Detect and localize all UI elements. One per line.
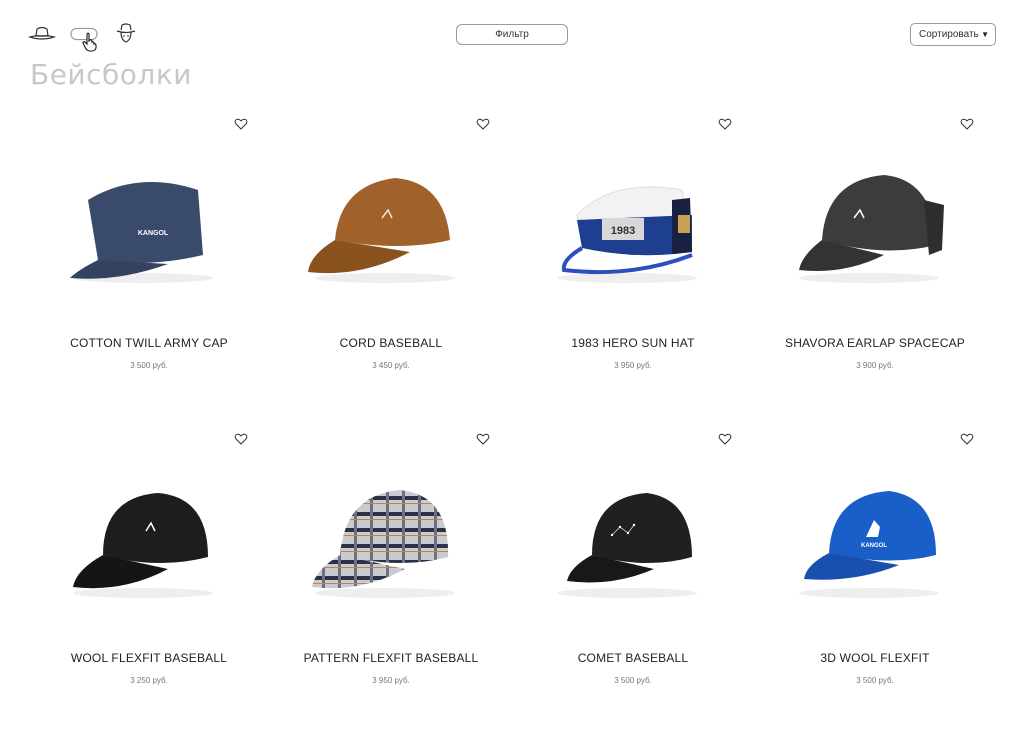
product-price: 3 900 руб. <box>856 361 894 370</box>
product-name[interactable]: SHAVORA EARLAP SPACECAP <box>754 336 996 350</box>
product-card[interactable]: KANGOL 3D WOOL FLEXFIT 3 500 руб. <box>754 425 996 725</box>
sort-dropdown[interactable]: Сортировать ▼ <box>910 23 996 46</box>
sort-label: Сортировать <box>919 29 979 40</box>
product-name[interactable]: WOOL FLEXFIT BASEBALL <box>28 651 270 665</box>
product-price: 3 500 руб. <box>856 676 894 685</box>
fedora-hat-icon[interactable] <box>28 22 56 46</box>
heart-icon[interactable] <box>718 432 732 446</box>
filter-button[interactable]: Фильтр <box>456 24 568 45</box>
product-image[interactable] <box>58 475 228 605</box>
product-name[interactable]: COMET BASEBALL <box>512 651 754 665</box>
product-card[interactable]: PATTERN FLEXFIT BASEBALL 3 950 руб. <box>270 425 512 725</box>
product-price: 3 950 руб. <box>614 361 652 370</box>
heart-icon[interactable] <box>234 432 248 446</box>
product-image[interactable]: KANGOL <box>58 160 228 290</box>
category-switcher <box>28 22 140 52</box>
product-price: 3 500 руб. <box>614 676 652 685</box>
product-card[interactable]: WOOL FLEXFIT BASEBALL 3 250 руб. <box>28 425 270 725</box>
man-with-hat-icon[interactable] <box>112 22 140 46</box>
product-card[interactable]: 1983 1983 HERO SUN HAT 3 950 руб. <box>512 110 754 410</box>
svg-text:KANGOL: KANGOL <box>861 543 887 549</box>
heart-icon[interactable] <box>476 432 490 446</box>
product-name[interactable]: PATTERN FLEXFIT BASEBALL <box>270 651 512 665</box>
svg-text:1983: 1983 <box>611 225 635 237</box>
heart-icon[interactable] <box>718 117 732 131</box>
product-name[interactable]: 3D WOOL FLEXFIT <box>754 651 996 665</box>
product-image[interactable] <box>300 160 470 290</box>
heart-icon[interactable] <box>960 117 974 131</box>
product-price: 3 250 руб. <box>130 676 168 685</box>
product-image[interactable]: KANGOL <box>784 475 954 605</box>
product-name[interactable]: COTTON TWILL ARMY CAP <box>28 336 270 350</box>
product-name[interactable]: CORD BASEBALL <box>270 336 512 350</box>
chevron-down-icon: ▼ <box>981 30 989 39</box>
product-card[interactable]: KANGOL COTTON TWILL ARMY CAP 3 500 руб. <box>28 110 270 410</box>
product-image[interactable]: 1983 <box>542 160 712 290</box>
product-card[interactable]: SHAVORA EARLAP SPACECAP 3 900 руб. <box>754 110 996 410</box>
product-price: 3 950 руб. <box>372 676 410 685</box>
hand-cursor-icon <box>82 32 97 52</box>
page-title: Бейсболки <box>30 58 192 91</box>
product-image[interactable] <box>300 475 470 605</box>
top-bar: Фильтр Сортировать ▼ <box>0 0 1025 60</box>
product-card[interactable]: COMET BASEBALL 3 500 руб. <box>512 425 754 725</box>
product-price: 3 500 руб. <box>130 361 168 370</box>
heart-icon[interactable] <box>960 432 974 446</box>
cap-icon[interactable] <box>70 22 98 52</box>
product-name[interactable]: 1983 HERO SUN HAT <box>512 336 754 350</box>
svg-text:KANGOL: KANGOL <box>138 230 169 237</box>
heart-icon[interactable] <box>234 117 248 131</box>
product-price: 3 450 руб. <box>372 361 410 370</box>
product-card[interactable]: CORD BASEBALL 3 450 руб. <box>270 110 512 410</box>
product-image[interactable] <box>784 160 954 290</box>
product-image[interactable] <box>542 475 712 605</box>
heart-icon[interactable] <box>476 117 490 131</box>
